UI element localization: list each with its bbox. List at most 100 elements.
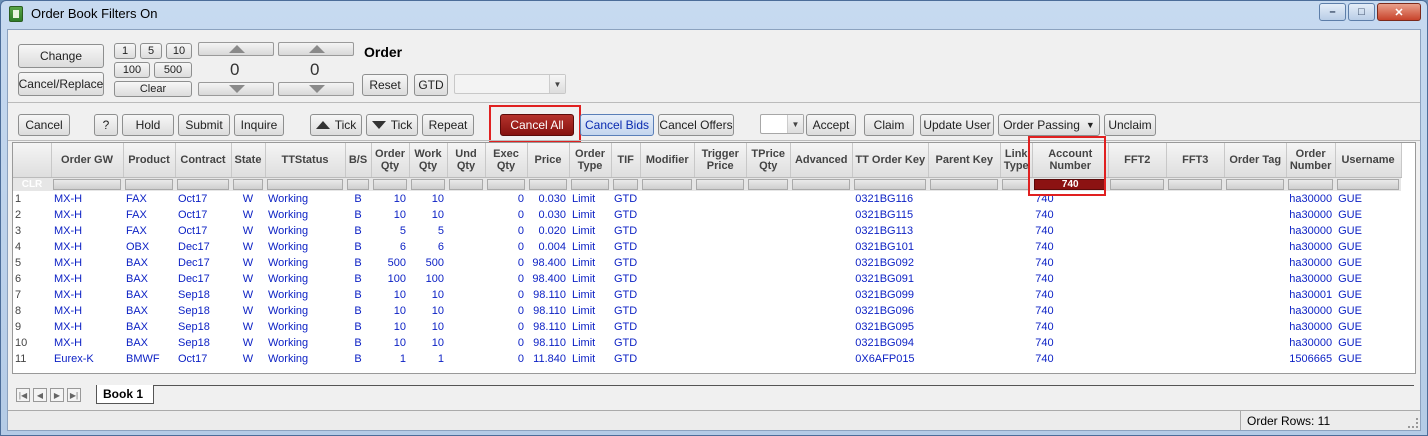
table-row[interactable]: 6 MX-H BAX Dec17 W Working B 100 100 0 98.400 Limit… [13, 271, 1401, 287]
cell-empty[interactable] [1108, 239, 1166, 255]
unclaim-button[interactable]: Unclaim [1104, 114, 1156, 136]
cell-eqty[interactable]: 0 [485, 255, 527, 271]
cell-onum[interactable]: ha30000 [1286, 239, 1335, 255]
column-header[interactable]: Order Number [1286, 143, 1336, 178]
cell-empty[interactable] [1166, 255, 1224, 271]
cell-contract[interactable]: Dec17 [175, 271, 231, 287]
cell-wqty[interactable]: 6 [409, 239, 447, 255]
cell-otype[interactable]: Limit [569, 351, 611, 367]
cell-tif[interactable]: GTD [611, 287, 640, 303]
column-header[interactable]: Parent Key [928, 143, 1001, 178]
cell-empty[interactable] [1000, 319, 1032, 335]
cell-status[interactable]: Working [265, 319, 345, 335]
column-header[interactable]: B/S [345, 143, 372, 178]
cell-price[interactable]: 98.110 [527, 319, 569, 335]
clear-filters-button[interactable]: CLR [13, 177, 51, 191]
spin2-down-button[interactable] [278, 82, 354, 96]
cell-empty[interactable] [1166, 191, 1224, 207]
cell-oqty[interactable]: 500 [371, 255, 409, 271]
cell-tif[interactable]: GTD [611, 351, 640, 367]
column-header[interactable]: Product [123, 143, 176, 178]
table-row[interactable]: 8 MX-H BAX Sep18 W Working B 10 10 0 98.110 Limit GT… [13, 303, 1401, 319]
accept-combo[interactable]: ▼ [760, 114, 804, 134]
cell-bs[interactable]: B [345, 335, 371, 351]
cell-user[interactable]: GUE [1335, 239, 1401, 255]
cell-empty[interactable] [1166, 239, 1224, 255]
reset-button[interactable]: Reset [362, 74, 408, 96]
cell-empty[interactable] [790, 239, 852, 255]
cell-status[interactable]: Working [265, 255, 345, 271]
cell-uqty[interactable] [447, 271, 485, 287]
cell-empty[interactable] [1108, 223, 1166, 239]
column-header[interactable]: Order Type [569, 143, 612, 178]
cell-empty[interactable] [1108, 207, 1166, 223]
cell-wqty[interactable]: 10 [409, 303, 447, 319]
cell-bs[interactable]: B [345, 351, 371, 367]
cell-empty[interactable] [1166, 271, 1224, 287]
table-row[interactable]: 1 MX-H FAX Oct17 W Working B 10 10 0 0.030 Limit GTD… [13, 191, 1401, 207]
table-row[interactable]: 5 MX-H BAX Dec17 W Working B 500 500 0 98.400 Limit… [13, 255, 1401, 271]
cell-eqty[interactable]: 0 [485, 351, 527, 367]
cell-empty[interactable] [746, 239, 790, 255]
column-filter[interactable] [613, 178, 639, 190]
cell-oqty[interactable]: 100 [371, 271, 409, 287]
cell-gw[interactable]: MX-H [51, 319, 123, 335]
cell-key[interactable]: 0321BG094 [852, 335, 928, 351]
minimize-button[interactable]: – [1319, 3, 1346, 21]
cell-state[interactable]: W [231, 223, 265, 239]
cell-uqty[interactable] [447, 351, 485, 367]
tick-up-button[interactable]: Tick [310, 114, 362, 136]
cell-contract[interactable]: Dec17 [175, 239, 231, 255]
cell-tif[interactable]: GTD [611, 191, 640, 207]
cell-key[interactable]: 0321BG095 [852, 319, 928, 335]
column-filter[interactable] [529, 178, 567, 190]
cell-state[interactable]: W [231, 255, 265, 271]
cell-acct[interactable]: 740 [1032, 223, 1108, 239]
column-filter[interactable] [854, 178, 927, 190]
cell-price[interactable]: 11.840 [527, 351, 569, 367]
cell-empty[interactable] [1166, 335, 1224, 351]
cell-user[interactable]: GUE [1335, 255, 1401, 271]
column-filter[interactable] [1288, 178, 1334, 190]
cell-user[interactable]: GUE [1335, 207, 1401, 223]
cell-empty[interactable] [928, 351, 1000, 367]
cell-empty[interactable] [746, 255, 790, 271]
cell-gw[interactable]: MX-H [51, 223, 123, 239]
column-header[interactable]: TPrice Qty [746, 143, 791, 178]
cell-oqty[interactable]: 10 [371, 287, 409, 303]
cancel-replace-button[interactable]: Cancel/Replace [18, 72, 104, 96]
cell-state[interactable]: W [231, 303, 265, 319]
cell-empty[interactable] [640, 319, 694, 335]
cell-product[interactable]: BMWF [123, 351, 175, 367]
cell-empty[interactable] [790, 255, 852, 271]
cell-empty[interactable] [928, 207, 1000, 223]
cell-onum[interactable]: ha30000 [1286, 223, 1335, 239]
cell-wqty[interactable]: 100 [409, 271, 447, 287]
cell-state[interactable]: W [231, 271, 265, 287]
cell-eqty[interactable]: 0 [485, 303, 527, 319]
claim-button[interactable]: Claim [864, 114, 914, 136]
cell-product[interactable]: BAX [123, 255, 175, 271]
cell-key[interactable]: 0X6AFP015 [852, 351, 928, 367]
cancel-button[interactable]: Cancel [18, 114, 70, 136]
cell-empty[interactable] [1224, 223, 1286, 239]
cell-key[interactable]: 0321BG113 [852, 223, 928, 239]
cell-empty[interactable] [1000, 255, 1032, 271]
column-filter[interactable] [267, 178, 343, 190]
cell-gw[interactable]: MX-H [51, 271, 123, 287]
cell-acct[interactable]: 740 [1032, 319, 1108, 335]
cell-bs[interactable]: B [345, 223, 371, 239]
cell-eqty[interactable]: 0 [485, 191, 527, 207]
cell-status[interactable]: Working [265, 335, 345, 351]
cell-eqty[interactable]: 0 [485, 335, 527, 351]
cell-state[interactable]: W [231, 319, 265, 335]
column-header[interactable]: Order Qty [371, 143, 410, 178]
cell-empty[interactable] [694, 287, 746, 303]
cell-oqty[interactable]: 10 [371, 207, 409, 223]
cell-empty[interactable] [790, 319, 852, 335]
column-header[interactable]: Username [1335, 143, 1402, 178]
column-filter[interactable] [1110, 178, 1165, 190]
cell-empty[interactable] [928, 239, 1000, 255]
cell-oqty[interactable]: 10 [371, 335, 409, 351]
cell-user[interactable]: GUE [1335, 223, 1401, 239]
